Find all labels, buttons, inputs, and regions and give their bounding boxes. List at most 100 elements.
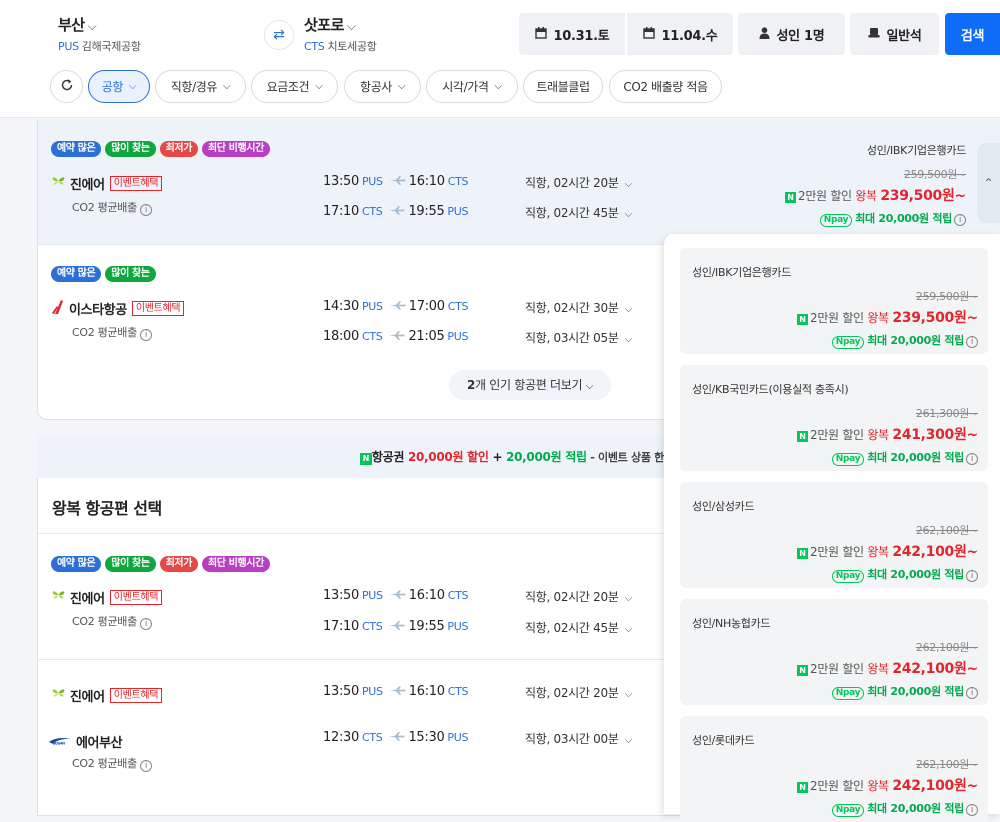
duration[interactable]: 직항, 02시간 30분 ⌵ <box>525 299 632 316</box>
info-icon[interactable]: i <box>966 336 978 348</box>
duration[interactable]: 직항, 02시간 20분 ⌵ <box>525 588 632 605</box>
dep-code: PUS <box>361 300 383 313</box>
info-icon[interactable]: i <box>966 453 978 465</box>
discount-line: N 2만원 할인 왕복 242,100원~ <box>692 775 978 795</box>
promo-discount: 20,000원 할인 <box>407 450 489 464</box>
arr-code: PUS <box>447 731 469 744</box>
section-title: 왕복 항공편 선택 <box>52 499 162 518</box>
info-icon[interactable]: i <box>954 214 966 226</box>
airline-name: 이스타항공 이벤트혜택 <box>52 299 185 318</box>
point-line: Npay 최대 20,000원 적립 i <box>692 449 978 466</box>
duration[interactable]: 직항, 02시간 45분 ⌵ <box>525 619 632 636</box>
badge: 많이 찾는 <box>105 266 156 282</box>
destination-selector[interactable]: 삿포로 ⌵ CTS 치토세공항 <box>304 14 377 54</box>
passengers-button[interactable]: 성인 1명 <box>738 13 845 55</box>
card-option[interactable]: 성인/IBK기업은행카드 259,500원~ N 2만원 할인 왕복 239,500원… <box>680 248 988 354</box>
price-box[interactable]: 성인/IBK기업은행카드 259,500원~ N 2만원 할인 왕복 239,50… <box>720 142 966 227</box>
roundtrip-label: 왕복 <box>867 662 889 676</box>
origin-code: PUS <box>58 40 79 53</box>
chevron-up-icon[interactable]: ⌃ <box>977 143 1000 223</box>
duration[interactable]: 직항, 02시간 20분 ⌵ <box>525 684 632 701</box>
point-line: Npay 최대 20,000원 적립 i <box>692 800 978 817</box>
eastar-logo-icon <box>52 299 64 318</box>
npay-icon: Npay <box>831 570 865 583</box>
return-date-button[interactable]: 11.04.수 <box>627 13 733 55</box>
plane-icon <box>389 684 406 698</box>
filter-chip-5[interactable]: 트래블클럽 <box>523 70 603 103</box>
seat-class-button[interactable]: 일반석 <box>850 13 939 55</box>
info-icon[interactable]: i <box>966 804 978 816</box>
depart-date-button[interactable]: 10.31.토 <box>519 13 625 55</box>
plane-icon <box>389 299 406 313</box>
jinair-logo-icon <box>52 590 65 605</box>
badge: 최저가 <box>159 141 198 157</box>
filter-chip-1[interactable]: 직항/경유 ⌵ <box>155 70 246 103</box>
arr-time: 17:00 <box>408 299 445 314</box>
info-icon[interactable]: i <box>966 687 978 699</box>
discount: 2만원 할인 <box>809 662 864 676</box>
airline-label: 에어부산 <box>76 736 123 751</box>
naver-icon: N <box>784 192 796 203</box>
event-badge: 이벤트혜택 <box>131 301 185 316</box>
card-option[interactable]: 성인/삼성카드 262,100원~ N 2만원 할인 왕복 242,100원~ Npay… <box>680 482 988 588</box>
info-icon[interactable]: i <box>139 618 152 630</box>
duration[interactable]: 직항, 03시간 05분 ⌵ <box>525 329 632 346</box>
card-name: 성인/롯데카드 <box>692 734 755 747</box>
point-line: Npay 최대 20,000원 적립 i <box>692 566 978 583</box>
card-option[interactable]: 성인/롯데카드 262,100원~ N 2만원 할인 왕복 242,100원~ Npay… <box>680 716 988 822</box>
search-button[interactable]: 검색 <box>945 13 1000 55</box>
point-text: 최대 20,000원 적립 <box>867 568 964 581</box>
card-name: 성인/KB국민카드(이용실적 충족시) <box>692 383 849 396</box>
discount: 2만원 할인 <box>797 189 852 203</box>
discount: 2만원 할인 <box>809 428 864 442</box>
badge: 예약 많은 <box>51 141 102 157</box>
price-box: 성인/롯데카드 262,100원~ N 2만원 할인 왕복 242,100원~ Npay… <box>692 732 978 817</box>
duration[interactable]: 직항, 02시간 45분 ⌵ <box>525 204 632 221</box>
duration[interactable]: 직항, 03시간 00분 ⌵ <box>525 730 632 747</box>
chevron-down-icon: ⌵ <box>624 334 633 345</box>
duration[interactable]: 직항, 02시간 20분 ⌵ <box>525 174 632 191</box>
dep-time: 18:00 <box>323 329 359 344</box>
info-icon[interactable]: i <box>139 329 152 341</box>
flight-times: 17:10 CTS 19:55 PUS <box>323 619 472 634</box>
airline-name: 진에어 이벤트혜택 <box>52 174 163 193</box>
point-line: Npay 최대 20,000원 적립 i <box>720 210 966 227</box>
origin-airport: 김해국제공항 <box>81 40 141 53</box>
arr-time: 19:55 <box>408 204 445 219</box>
filter-chip-4[interactable]: 시각/가격 ⌵ <box>426 70 518 103</box>
npay-icon: Npay <box>831 804 865 817</box>
refresh-button[interactable] <box>50 70 83 103</box>
flight-times: 18:00 CTS 21:05 PUS <box>323 329 472 344</box>
info-icon[interactable]: i <box>139 760 152 772</box>
chevron-down-icon: ⌵ <box>624 209 633 220</box>
duration-text: 직항, 02시간 30분 <box>525 301 619 315</box>
discount-line: N 2만원 할인 왕복 242,100원~ <box>692 658 978 678</box>
origin-selector[interactable]: 부산 ⌵ PUS 김해국제공항 <box>58 14 141 54</box>
filter-chip-3[interactable]: 항공사 ⌵ <box>344 70 421 103</box>
dep-code: PUS <box>361 589 383 602</box>
co2-text: CO2 평균배출 <box>72 326 137 339</box>
arr-time: 21:05 <box>408 329 445 344</box>
chevron-down-icon: ⌵ <box>87 19 97 33</box>
original-price: 259,500원~ <box>903 168 966 181</box>
chevron-down-icon: ⌵ <box>494 81 503 92</box>
roundtrip-label: 왕복 <box>867 779 889 793</box>
card-option[interactable]: 성인/NH농협카드 262,100원~ N 2만원 할인 왕복 242,100원~ Np… <box>680 599 988 705</box>
discount: 2만원 할인 <box>809 779 864 793</box>
filter-chip-0[interactable]: 공항 ⌵ <box>88 70 150 103</box>
naver-icon: N <box>796 548 808 559</box>
dep-time: 13:50 <box>323 174 359 189</box>
info-icon[interactable]: i <box>139 204 152 216</box>
point-text: 최대 20,000원 적립 <box>867 685 964 698</box>
dep-code: PUS <box>361 175 383 188</box>
naver-icon: N <box>796 314 808 325</box>
passengers: 성인 1명 <box>776 28 825 44</box>
npay-icon: Npay <box>819 214 853 227</box>
filter-chip-2[interactable]: 요금조건 ⌵ <box>251 70 338 103</box>
swap-icon[interactable]: ⇄ <box>264 20 294 50</box>
filter-chip-6[interactable]: CO2 배출량 적음 <box>609 70 722 103</box>
more-flights-button[interactable]: 2개 인기 항공편 더보기 ⌵ <box>449 370 611 400</box>
info-icon[interactable]: i <box>966 570 978 582</box>
card-option[interactable]: 성인/KB국민카드(이용실적 충족시) 261,300원~ N 2만원 할인 왕복 2… <box>680 365 988 471</box>
arr-code: PUS <box>447 330 469 343</box>
